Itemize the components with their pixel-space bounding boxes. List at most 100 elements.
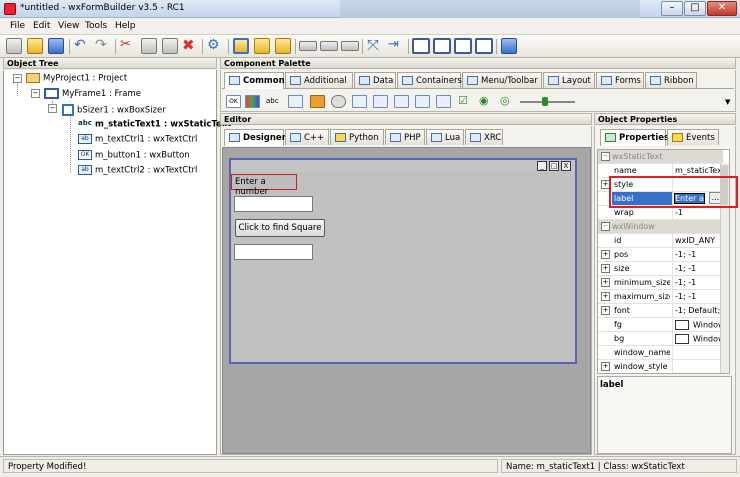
property-row-font[interactable]: + font -1; Default; ... xyxy=(598,304,723,318)
tab-designer[interactable]: Designer xyxy=(224,129,286,146)
menu-edit[interactable]: Edit xyxy=(33,21,50,31)
align-middle-icon[interactable] xyxy=(320,41,338,51)
find-square-button[interactable]: Click to find Square xyxy=(235,219,325,237)
palette-statictext-icon[interactable]: abc xyxy=(266,95,281,108)
palette-radiobox-icon[interactable] xyxy=(415,95,430,108)
border-bottom-icon[interactable] xyxy=(475,38,493,54)
expand-toggle[interactable]: + xyxy=(601,362,610,371)
tree-item-project[interactable]: MyProject1 : Project xyxy=(26,73,127,84)
palette-staticbitmap-icon[interactable] xyxy=(310,95,325,108)
property-value[interactable]: -1; Default; ... xyxy=(672,304,723,317)
expand-icon[interactable]: ⤧ xyxy=(367,38,383,54)
property-row-maximum-size[interactable]: + maximum_size -1; -1 xyxy=(598,290,723,304)
expand-toggle[interactable]: + xyxy=(601,306,610,315)
palette-checkbox-icon[interactable]: ☑ xyxy=(458,95,473,108)
align-bottom-icon[interactable] xyxy=(341,41,359,51)
align-right-icon[interactable] xyxy=(275,38,291,54)
property-row-size[interactable]: + size -1; -1 xyxy=(598,262,723,276)
tab-menu-toolbar[interactable]: Menu/Toolbar xyxy=(462,72,542,88)
tab-xrc[interactable]: XRC xyxy=(465,129,503,145)
tab-additional[interactable]: Additional xyxy=(285,72,353,88)
property-value[interactable] xyxy=(672,360,723,373)
tab-ribbon[interactable]: Ribbon xyxy=(645,72,697,88)
border-left-icon[interactable] xyxy=(412,38,430,54)
property-value[interactable]: wxID_ANY xyxy=(672,234,723,247)
expand-toggle[interactable]: + xyxy=(601,292,610,301)
palette-combobox-icon[interactable] xyxy=(331,95,346,108)
palette-bitmapbutton-icon[interactable] xyxy=(245,95,260,108)
palette-listbox-icon[interactable] xyxy=(373,95,388,108)
paste-icon[interactable] xyxy=(162,38,178,54)
new-project-icon[interactable] xyxy=(6,38,22,54)
tab-forms[interactable]: Forms xyxy=(596,72,644,88)
property-row-window-style[interactable]: + window_style xyxy=(598,360,723,373)
tree-item-button[interactable]: OK m_button1 : wxButton xyxy=(78,150,190,161)
expand-toggle[interactable]: + xyxy=(601,278,610,287)
property-value[interactable]: -1; -1 xyxy=(672,262,723,275)
collapse-toggle[interactable]: − xyxy=(48,104,57,113)
undo-icon[interactable]: ↶ xyxy=(74,38,90,54)
collapse-toggle[interactable]: − xyxy=(31,89,40,98)
align-top-icon[interactable] xyxy=(299,41,317,51)
collapse-toggle[interactable]: − xyxy=(13,74,22,83)
property-row-bg[interactable]: bg Window xyxy=(598,332,723,346)
align-left-icon[interactable] xyxy=(233,38,249,54)
border-right-icon[interactable] xyxy=(433,38,451,54)
palette-gauge-icon[interactable]: ◎ xyxy=(500,95,515,108)
tab-properties[interactable]: Properties xyxy=(600,129,669,146)
property-row-wrap[interactable]: wrap -1 xyxy=(598,206,723,220)
palette-scroll-down-icon[interactable]: ▼ xyxy=(725,98,730,106)
delete-icon[interactable]: ✖ xyxy=(182,38,198,54)
cut-icon[interactable]: ✂ xyxy=(120,38,136,54)
open-project-icon[interactable] xyxy=(27,38,43,54)
tab-python[interactable]: Python xyxy=(330,129,384,145)
menu-help[interactable]: Help xyxy=(115,21,136,31)
tab-lua[interactable]: Lua xyxy=(426,129,464,145)
tab-common[interactable]: Common xyxy=(224,72,285,89)
border-top-icon[interactable] xyxy=(454,38,472,54)
tab-php[interactable]: PHP xyxy=(385,129,425,145)
property-row-pos[interactable]: + pos -1; -1 xyxy=(598,248,723,262)
redo-icon[interactable]: ↷ xyxy=(95,38,111,54)
menu-file[interactable]: File xyxy=(10,21,25,31)
property-row-id[interactable]: id wxID_ANY xyxy=(598,234,723,248)
close-button[interactable]: ✕ xyxy=(707,1,737,16)
category-collapse-toggle[interactable]: − xyxy=(601,222,610,231)
property-value[interactable]: -1; -1 xyxy=(672,248,723,261)
palette-staticline-icon[interactable] xyxy=(436,95,451,108)
property-value[interactable]: -1; -1 xyxy=(672,290,723,303)
tab-data[interactable]: Data xyxy=(354,72,396,88)
property-value[interactable]: -1; -1 xyxy=(672,276,723,289)
tree-item-textctrl1[interactable]: ab m_textCtrl1 : wxTextCtrl xyxy=(78,134,197,145)
expand-toggle[interactable]: + xyxy=(601,264,610,273)
tree-item-textctrl2[interactable]: ab m_textCtrl2 : wxTextCtrl xyxy=(78,165,197,176)
palette-radiobutton-icon[interactable]: ◉ xyxy=(479,95,494,108)
palette-choice-icon[interactable] xyxy=(352,95,367,108)
generate-code-icon[interactable]: ⚙ xyxy=(207,38,223,54)
align-center-icon[interactable] xyxy=(254,38,270,54)
maximize-button[interactable]: □ xyxy=(684,1,706,16)
swap-icon[interactable] xyxy=(501,38,517,54)
tree-item-frame[interactable]: MyFrame1 : Frame xyxy=(44,88,141,99)
tab-cpp[interactable]: C++ xyxy=(285,129,329,145)
tab-containers[interactable]: Containers xyxy=(397,72,462,88)
tree-item-sizer[interactable]: bSizer1 : wxBoxSizer xyxy=(62,104,166,116)
menu-tools[interactable]: Tools xyxy=(85,21,107,31)
static-text-widget[interactable]: Enter a number xyxy=(231,174,297,197)
property-value[interactable]: Window xyxy=(672,332,723,345)
palette-textctrl-icon[interactable] xyxy=(288,95,303,108)
property-category[interactable]: − wxWindow xyxy=(598,220,723,234)
category-collapse-toggle[interactable]: − xyxy=(601,152,610,161)
property-row-fg[interactable]: fg Window xyxy=(598,318,723,332)
minimize-button[interactable]: – xyxy=(661,1,683,16)
textctrl1-widget[interactable] xyxy=(234,196,313,212)
property-value[interactable] xyxy=(672,346,723,359)
property-row-minimum-size[interactable]: + minimum_size -1; -1 xyxy=(598,276,723,290)
menu-view[interactable]: View xyxy=(58,21,79,31)
tab-layout[interactable]: Layout xyxy=(543,72,595,88)
tab-events[interactable]: Events xyxy=(667,129,719,145)
property-row-window-name[interactable]: window_name xyxy=(598,346,723,360)
palette-button-icon[interactable]: OK xyxy=(226,95,241,108)
save-project-icon[interactable] xyxy=(48,38,64,54)
stretch-icon[interactable]: ⇥ xyxy=(388,38,404,54)
